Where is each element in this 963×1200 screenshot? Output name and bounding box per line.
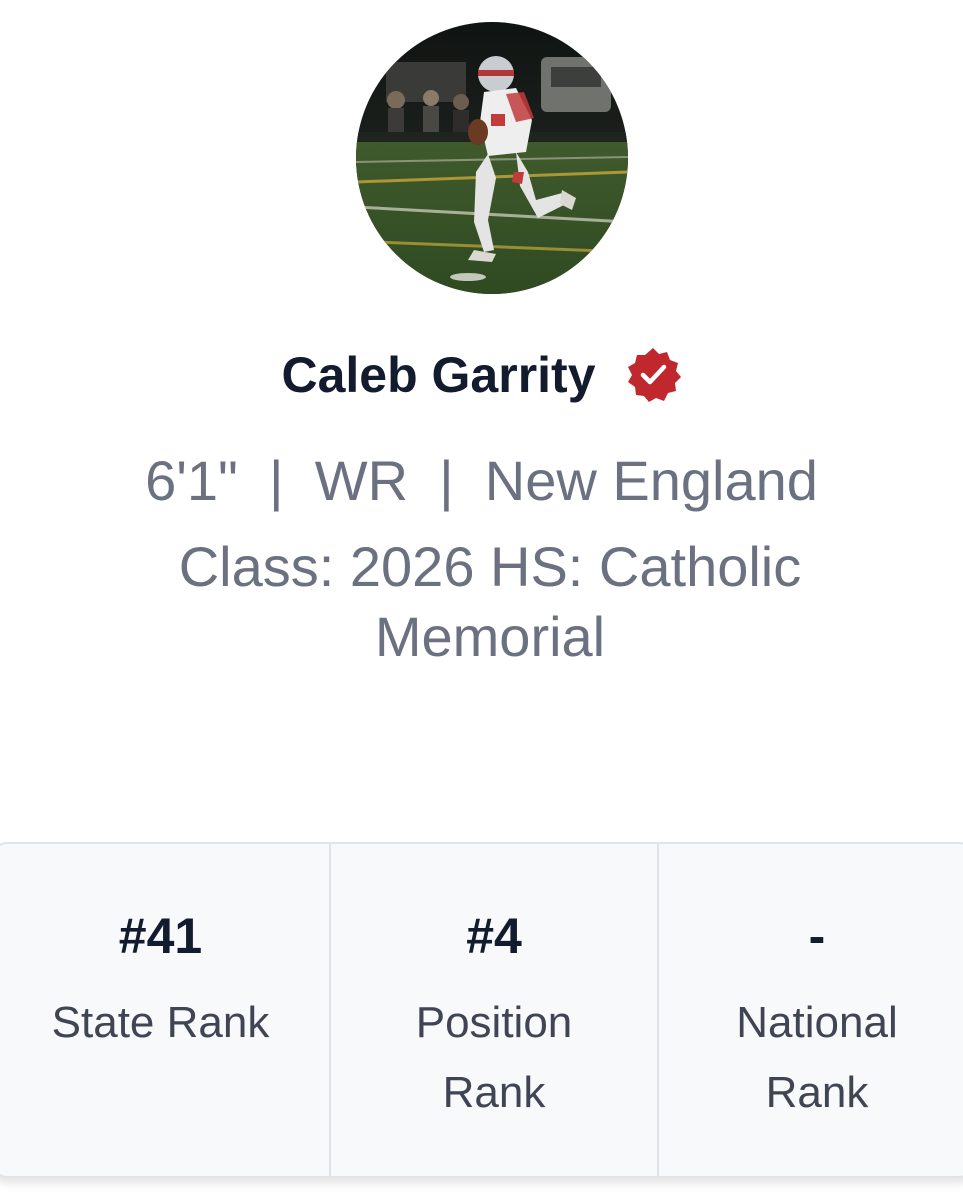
state-rank-value: #41 [118, 908, 203, 964]
name-row: Caleb Garrity [0, 346, 963, 404]
player-photo [356, 22, 628, 294]
national-rank-cell[interactable]: - National Rank [659, 844, 963, 1176]
state-rank-cell[interactable]: #41 State Rank [0, 844, 331, 1176]
position-rank-value: #4 [466, 908, 522, 964]
national-rank-value: - [808, 908, 826, 964]
state-rank-label: State Rank [51, 998, 270, 1047]
rankings-card: #41 State Rank #4 Position Rank - Nation… [0, 842, 963, 1178]
player-class-school: Class: 2026 HS: Catholic Memorial [178, 535, 802, 668]
player-name: Caleb Garrity [281, 347, 596, 403]
verified-badge-icon [624, 346, 682, 404]
player-meta: 6'1" | WR | New England [145, 449, 818, 512]
national-rank-label: National Rank [736, 998, 898, 1117]
position-rank-label: Position Rank [415, 998, 573, 1117]
profile-avatar [356, 22, 628, 294]
position-rank-cell[interactable]: #4 Position Rank [331, 844, 659, 1176]
